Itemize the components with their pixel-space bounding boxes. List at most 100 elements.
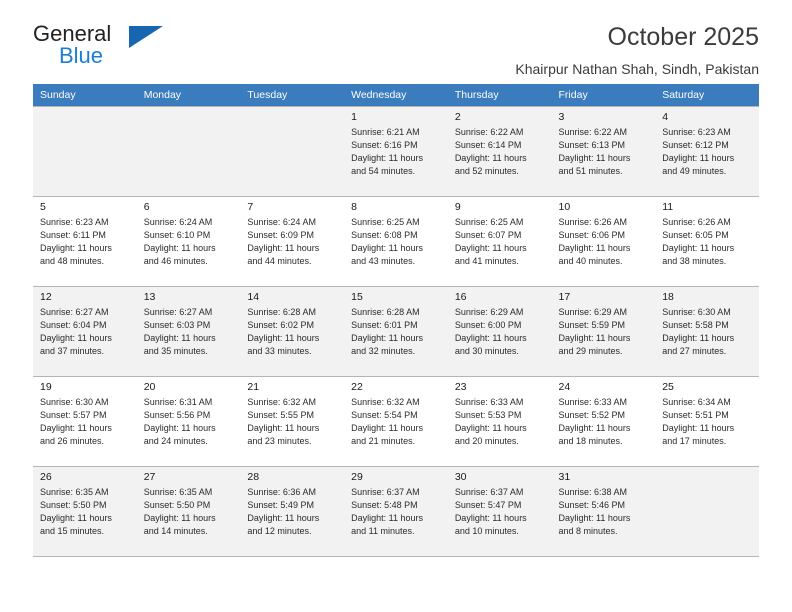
calendar-cell-day[interactable]: 10 Sunrise: 6:26 AM Sunset: 6:06 PM Dayligh…	[551, 196, 656, 286]
day-cell[interactable]: 31 Sunrise: 6:38 AM Sunset: 5:46 PM Dayligh…	[551, 466, 656, 556]
sunset-text: Sunset: 5:56 PM	[143, 410, 211, 421]
day-info: Sunrise: 6:37 AM Sunset: 5:48 PM Daylight:…	[351, 486, 442, 538]
day-cell[interactable]: 21 Sunrise: 6:32 AM Sunset: 5:55 PM Dayligh…	[240, 376, 345, 466]
calendar-cell-day[interactable]: 9 Sunrise: 6:25 AM Sunset: 6:07 PM Daylight…	[447, 196, 552, 286]
day-cell[interactable]: 12 Sunrise: 6:27 AM Sunset: 6:04 PM Dayligh…	[33, 286, 137, 376]
calendar-cell-day[interactable]: 7 Sunrise: 6:24 AM Sunset: 6:09 PM Daylight…	[240, 196, 345, 286]
calendar-cell-day[interactable]: 3 Sunrise: 6:22 AM Sunset: 6:13 PM Daylight…	[551, 106, 656, 196]
sunrise-text: Sunrise: 6:21 AM	[351, 127, 420, 137]
calendar-cell-day[interactable]: 31 Sunrise: 6:38 AM Sunset: 5:46 PM Dayligh…	[551, 466, 656, 556]
calendar-cell-day[interactable]: 13 Sunrise: 6:27 AM Sunset: 6:03 PM Dayligh…	[136, 286, 241, 376]
calendar-cell-day[interactable]: 15 Sunrise: 6:28 AM Sunset: 6:01 PM Dayligh…	[344, 286, 448, 376]
day-info: Sunrise: 6:28 AM Sunset: 6:02 PM Daylight:…	[247, 306, 338, 358]
day-cell[interactable]: 22 Sunrise: 6:32 AM Sunset: 5:54 PM Dayligh…	[344, 376, 448, 466]
day-cell[interactable]: 7 Sunrise: 6:24 AM Sunset: 6:09 PM Daylight…	[240, 196, 345, 286]
daylight-text-line2: and 32 minutes.	[351, 346, 416, 357]
calendar-cell-day[interactable]: 18 Sunrise: 6:30 AM Sunset: 5:58 PM Dayligh…	[655, 286, 759, 376]
daylight-text-line1: Daylight: 11 hours	[247, 513, 320, 524]
day-cell[interactable]: 5 Sunrise: 6:23 AM Sunset: 6:11 PM Daylight…	[33, 196, 137, 286]
calendar-cell-day[interactable]: 29 Sunrise: 6:37 AM Sunset: 5:48 PM Dayligh…	[344, 466, 448, 556]
day-number: 27	[143, 471, 156, 483]
day-cell[interactable]: 27 Sunrise: 6:35 AM Sunset: 5:50 PM Dayligh…	[136, 466, 241, 556]
day-cell[interactable]: 13 Sunrise: 6:27 AM Sunset: 6:03 PM Dayligh…	[136, 286, 241, 376]
calendar-cell-day[interactable]: 21 Sunrise: 6:32 AM Sunset: 5:55 PM Dayligh…	[240, 376, 345, 466]
calendar-cell-day[interactable]: 14 Sunrise: 6:28 AM Sunset: 6:02 PM Dayligh…	[240, 286, 345, 376]
day-number: 25	[662, 381, 674, 393]
day-cell[interactable]: 11 Sunrise: 6:26 AM Sunset: 6:05 PM Dayligh…	[655, 196, 759, 286]
day-number: 29	[351, 471, 363, 483]
sunrise-text: Sunrise: 6:22 AM	[558, 127, 628, 137]
sunset-text: Sunset: 5:59 PM	[558, 320, 626, 331]
calendar-cell-day[interactable]: 28 Sunrise: 6:36 AM Sunset: 5:49 PM Dayligh…	[240, 466, 345, 556]
day-cell[interactable]: 10 Sunrise: 6:26 AM Sunset: 6:06 PM Dayligh…	[551, 196, 656, 286]
sunrise-text: Sunrise: 6:24 AM	[143, 217, 213, 227]
sunset-text: Sunset: 6:00 PM	[454, 320, 522, 331]
day-cell[interactable]: 6 Sunrise: 6:24 AM Sunset: 6:10 PM Daylight…	[136, 196, 241, 286]
calendar-cell-day[interactable]: 11 Sunrise: 6:26 AM Sunset: 6:05 PM Dayligh…	[655, 196, 759, 286]
day-cell[interactable]: 15 Sunrise: 6:28 AM Sunset: 6:01 PM Dayligh…	[344, 286, 448, 376]
day-cell[interactable]: 28 Sunrise: 6:36 AM Sunset: 5:49 PM Dayligh…	[240, 466, 345, 556]
daylight-text-line2: and 35 minutes.	[143, 346, 208, 357]
daylight-text-line1: Daylight: 11 hours	[351, 513, 423, 524]
day-info: Sunrise: 6:29 AM Sunset: 5:59 PM Daylight:…	[559, 306, 650, 358]
day-cell[interactable]: 19 Sunrise: 6:30 AM Sunset: 5:57 PM Dayligh…	[33, 376, 137, 466]
calendar-cell-day[interactable]: 27 Sunrise: 6:35 AM Sunset: 5:50 PM Dayligh…	[136, 466, 241, 556]
daylight-text-line1: Daylight: 11 hours	[558, 243, 631, 254]
day-cell[interactable]: 30 Sunrise: 6:37 AM Sunset: 5:47 PM Dayligh…	[447, 466, 552, 556]
calendar-cell-day[interactable]: 5 Sunrise: 6:23 AM Sunset: 6:11 PM Daylight…	[33, 196, 137, 286]
calendar-cell-day[interactable]: 26 Sunrise: 6:35 AM Sunset: 5:50 PM Dayligh…	[33, 466, 137, 556]
day-number: 7	[247, 201, 254, 213]
calendar-cell-day[interactable]: 16 Sunrise: 6:29 AM Sunset: 6:00 PM Dayligh…	[447, 286, 552, 376]
calendar-cell-day[interactable]: 23 Sunrise: 6:33 AM Sunset: 5:53 PM Dayligh…	[447, 376, 552, 466]
calendar-cell-day[interactable]: 4 Sunrise: 6:23 AM Sunset: 6:12 PM Daylight…	[655, 106, 759, 196]
calendar-cell-day[interactable]: 6 Sunrise: 6:24 AM Sunset: 6:10 PM Daylight…	[136, 196, 241, 286]
day-cell[interactable]: 17 Sunrise: 6:29 AM Sunset: 5:59 PM Dayligh…	[551, 286, 656, 376]
calendar-cell-day[interactable]: 20 Sunrise: 6:31 AM Sunset: 5:56 PM Dayligh…	[136, 376, 241, 466]
day-cell[interactable]: 23 Sunrise: 6:33 AM Sunset: 5:53 PM Dayligh…	[447, 376, 552, 466]
general-blue-logo: General Blue	[33, 22, 233, 72]
calendar-cell-day[interactable]: 19 Sunrise: 6:30 AM Sunset: 5:57 PM Dayligh…	[33, 376, 137, 466]
day-cell[interactable]: 8 Sunrise: 6:25 AM Sunset: 6:08 PM Daylight…	[344, 196, 448, 286]
sunset-text: Sunset: 5:48 PM	[351, 500, 418, 511]
calendar-cell-day[interactable]: 17 Sunrise: 6:29 AM Sunset: 5:59 PM Dayligh…	[551, 286, 656, 376]
calendar-cell-day[interactable]: 1 Sunrise: 6:21 AM Sunset: 6:16 PM Daylight…	[344, 106, 448, 196]
day-number: 2	[454, 111, 461, 123]
day-cell[interactable]: 14 Sunrise: 6:28 AM Sunset: 6:02 PM Dayligh…	[240, 286, 345, 376]
day-cell[interactable]: 18 Sunrise: 6:30 AM Sunset: 5:58 PM Dayligh…	[655, 286, 759, 376]
weekday-header-thursday: Thursday	[447, 84, 552, 106]
daylight-text-line2: and 20 minutes.	[454, 436, 519, 447]
calendar-cell-day[interactable]: 24 Sunrise: 6:33 AM Sunset: 5:52 PM Dayligh…	[551, 376, 656, 466]
sunset-text: Sunset: 5:49 PM	[247, 500, 314, 511]
daylight-text-line2: and 21 minutes.	[351, 436, 416, 447]
sunrise-text: Sunrise: 6:33 AM	[454, 397, 524, 407]
day-info: Sunrise: 6:25 AM Sunset: 6:08 PM Daylight:…	[351, 216, 442, 268]
daylight-text-line2: and 43 minutes.	[351, 256, 416, 267]
calendar-cell-day[interactable]: 30 Sunrise: 6:37 AM Sunset: 5:47 PM Dayligh…	[447, 466, 552, 556]
day-info: Sunrise: 6:38 AM Sunset: 5:46 PM Daylight:…	[559, 486, 650, 538]
day-cell[interactable]: 20 Sunrise: 6:31 AM Sunset: 5:56 PM Dayligh…	[136, 376, 241, 466]
day-cell[interactable]: 29 Sunrise: 6:37 AM Sunset: 5:48 PM Dayligh…	[344, 466, 448, 556]
day-cell[interactable]: 2 Sunrise: 6:22 AM Sunset: 6:14 PM Daylight…	[447, 106, 552, 196]
calendar-cell-day[interactable]: 12 Sunrise: 6:27 AM Sunset: 6:04 PM Dayligh…	[33, 286, 137, 376]
day-number: 10	[558, 201, 571, 213]
calendar-cell-day[interactable]: 2 Sunrise: 6:22 AM Sunset: 6:14 PM Daylight…	[447, 106, 552, 196]
day-number: 12	[40, 291, 52, 303]
day-cell[interactable]: 24 Sunrise: 6:33 AM Sunset: 5:52 PM Dayligh…	[551, 376, 656, 466]
calendar-cell-day[interactable]: 8 Sunrise: 6:25 AM Sunset: 6:08 PM Daylight…	[344, 196, 448, 286]
day-cell[interactable]: 26 Sunrise: 6:35 AM Sunset: 5:50 PM Dayligh…	[33, 466, 137, 556]
sunrise-text: Sunrise: 6:38 AM	[558, 487, 628, 497]
day-cell[interactable]: 9 Sunrise: 6:25 AM Sunset: 6:07 PM Daylight…	[447, 196, 552, 286]
day-cell[interactable]: 4 Sunrise: 6:23 AM Sunset: 6:12 PM Daylight…	[655, 106, 759, 196]
day-number: 15	[351, 291, 363, 303]
day-info: Sunrise: 6:23 AM Sunset: 6:12 PM Daylight:…	[662, 126, 753, 178]
calendar-cell-day[interactable]: 25 Sunrise: 6:34 AM Sunset: 5:51 PM Dayligh…	[655, 376, 759, 466]
day-cell[interactable]: 3 Sunrise: 6:22 AM Sunset: 6:13 PM Daylight…	[551, 106, 656, 196]
sunset-text: Sunset: 5:55 PM	[247, 410, 314, 421]
calendar-cell-day[interactable]: 22 Sunrise: 6:32 AM Sunset: 5:54 PM Dayligh…	[344, 376, 448, 466]
daylight-text-line2: and 49 minutes.	[662, 166, 727, 177]
daylight-text-line1: Daylight: 11 hours	[40, 243, 112, 254]
day-cell[interactable]: 25 Sunrise: 6:34 AM Sunset: 5:51 PM Dayligh…	[655, 376, 759, 466]
day-cell[interactable]: 1 Sunrise: 6:21 AM Sunset: 6:16 PM Daylight…	[344, 106, 448, 196]
day-info: Sunrise: 6:24 AM Sunset: 6:10 PM Daylight:…	[144, 216, 235, 268]
day-cell[interactable]: 16 Sunrise: 6:29 AM Sunset: 6:00 PM Dayligh…	[447, 286, 552, 376]
